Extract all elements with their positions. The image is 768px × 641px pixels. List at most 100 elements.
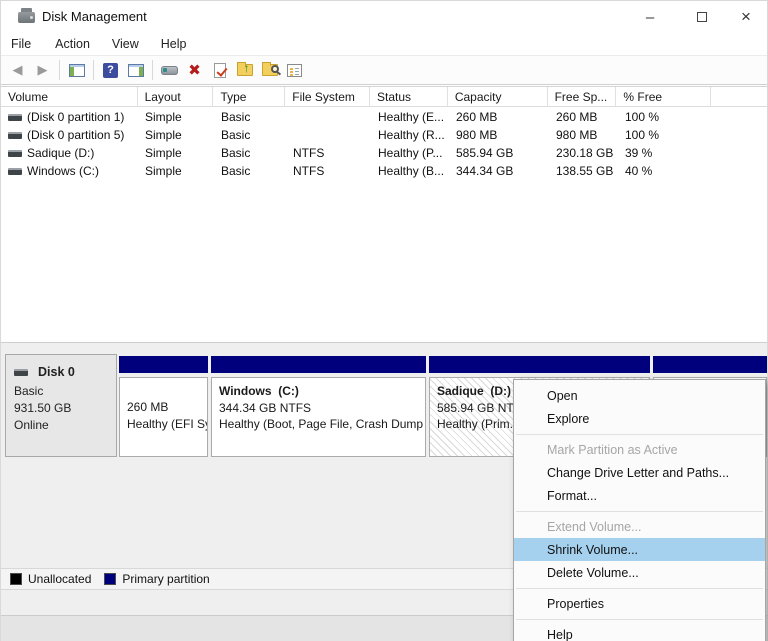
menu-separator: [514, 615, 765, 623]
cell-volume: (Disk 0 partition 1): [27, 110, 125, 124]
back-button[interactable]: ◀: [5, 58, 30, 82]
console-tree-icon: [68, 63, 85, 77]
column-header-file-system[interactable]: File System: [285, 87, 371, 106]
cell-status: Healthy (B...: [378, 164, 445, 178]
mark-active-icon: [213, 62, 226, 78]
disk-name: Disk 0: [38, 365, 75, 379]
column-header-volume[interactable]: Volume: [1, 87, 138, 106]
cell-type: Basic: [221, 146, 251, 160]
cell-type: Basic: [221, 110, 251, 124]
menu-item-mark-partition-active: Mark Partition as Active: [547, 442, 678, 457]
table-row[interactable]: Sadique (D:) Simple Basic NTFS Healthy (…: [1, 144, 767, 162]
cell-layout: Simple: [145, 164, 182, 178]
minimize-button[interactable]: –: [627, 1, 673, 33]
titlebar: Disk Management – ×: [1, 1, 767, 33]
disk-tool-button[interactable]: [157, 58, 182, 82]
column-header-free-space[interactable]: Free Sp...: [548, 87, 617, 106]
menu-item-extend-volume: Extend Volume...: [547, 519, 642, 534]
menu-item-shrink-volume[interactable]: Shrink Volume...: [514, 538, 765, 561]
partition-status: Healthy (EFI Sy: [127, 416, 208, 431]
toolbar-separator: [93, 60, 94, 80]
disk-tool-icon: [161, 65, 178, 75]
column-header-capacity[interactable]: Capacity: [448, 87, 548, 106]
cell-type: Basic: [221, 128, 251, 142]
menubar: File Action View Help: [1, 33, 767, 55]
table-row[interactable]: (Disk 0 partition 1) Simple Basic Health…: [1, 108, 767, 126]
delete-volume-button[interactable]: ✖: [182, 58, 207, 82]
table-row[interactable]: (Disk 0 partition 5) Simple Basic Health…: [1, 126, 767, 144]
volume-list: (Disk 0 partition 1) Simple Basic Health…: [1, 108, 767, 180]
cell-file-system: NTFS: [293, 164, 325, 178]
partition-context-menu: Open Explore Mark Partition as Active Ch…: [513, 379, 766, 641]
partition-size: 260 MB: [127, 400, 169, 414]
cell-capacity: 585.94 GB: [456, 146, 514, 160]
cell-volume: Sadique (D:): [27, 146, 95, 160]
menu-item-change-drive-letter[interactable]: Change Drive Letter and Paths...: [514, 461, 765, 484]
disk0-info-panel[interactable]: Disk 0 Basic 931.50 GB Online: [5, 354, 117, 457]
cell-capacity: 980 MB: [456, 128, 498, 142]
partition-color-bar: [429, 356, 650, 373]
window-title: Disk Management: [42, 9, 147, 24]
disk-size: 931.50 GB: [14, 401, 72, 415]
table-row[interactable]: Windows (C:) Simple Basic NTFS Healthy (…: [1, 162, 767, 180]
cell-free-space: 980 MB: [556, 128, 598, 142]
cell-percent-free: 40 %: [625, 164, 653, 178]
menu-help[interactable]: Help: [150, 34, 198, 55]
cell-free-space: 138.55 GB: [556, 164, 614, 178]
properties-icon: [287, 63, 302, 77]
column-header-percent-free[interactable]: % Free: [616, 87, 712, 106]
cell-percent-free: 100 %: [625, 128, 660, 142]
volume-list-header: Volume Layout Type File System Status Ca…: [1, 86, 767, 107]
cell-status: Healthy (R...: [378, 128, 445, 142]
menu-separator: [514, 584, 765, 592]
cell-volume: Windows (C:): [27, 164, 100, 178]
menu-action[interactable]: Action: [44, 34, 101, 55]
primary-partition-swatch: [104, 573, 117, 585]
disk-icon: [14, 369, 28, 376]
explore-button[interactable]: [257, 58, 282, 82]
disk-status: Online: [14, 418, 49, 432]
cell-free-space: 230.18 GB: [556, 146, 614, 160]
forward-icon: ▶: [37, 62, 48, 77]
column-header-type[interactable]: Type: [213, 87, 286, 106]
cell-status: Healthy (E...: [378, 110, 445, 124]
menu-file[interactable]: File: [9, 34, 44, 55]
show-console-tree-button[interactable]: [64, 58, 89, 82]
maximize-button[interactable]: [679, 1, 725, 33]
menu-item-help[interactable]: Help: [514, 623, 765, 641]
column-header-status[interactable]: Status: [370, 87, 448, 106]
cell-status: Healthy (P...: [378, 146, 443, 160]
help-button[interactable]: ?: [98, 58, 123, 82]
help-icon: ?: [103, 62, 118, 78]
cell-layout: Simple: [145, 110, 182, 124]
partition-windows-c[interactable]: Windows (C:) 344.34 GB NTFS Healthy (Boo…: [211, 354, 426, 457]
mark-active-button[interactable]: [207, 58, 232, 82]
partition-status: Healthy (Boot, Page File, Crash Dump: [219, 417, 424, 431]
disk-management-app-icon: [18, 8, 35, 23]
cell-volume: (Disk 0 partition 5): [27, 128, 125, 142]
partition-efi[interactable]: 260 MB Healthy (EFI Sy: [119, 354, 208, 457]
cell-capacity: 260 MB: [456, 110, 498, 124]
toolbar-separator: [152, 60, 153, 80]
column-header-layout[interactable]: Layout: [138, 87, 214, 106]
explore-folder-icon: [261, 62, 279, 76]
legend-label: Unallocated: [28, 572, 92, 586]
partition-size: 344.34 GB NTFS: [219, 400, 312, 415]
properties-button[interactable]: [282, 58, 307, 82]
menu-item-open[interactable]: Open: [514, 384, 765, 407]
menu-view[interactable]: View: [101, 34, 150, 55]
action-pane-icon: [127, 63, 144, 77]
disk-management-window: Disk Management – × File Action View Hel…: [0, 0, 768, 641]
menu-item-format[interactable]: Format...: [514, 484, 765, 507]
forward-button[interactable]: ▶: [30, 58, 55, 82]
partition-title: Windows (C:): [219, 384, 299, 398]
delete-volume-icon: ✖: [188, 61, 201, 79]
menu-item-properties[interactable]: Properties: [514, 592, 765, 615]
menu-item-delete-volume[interactable]: Delete Volume...: [514, 561, 765, 584]
menu-item-explore[interactable]: Explore: [514, 407, 765, 430]
back-icon: ◀: [12, 62, 23, 77]
close-button[interactable]: ×: [723, 1, 768, 33]
show-action-pane-button[interactable]: [123, 58, 148, 82]
open-button[interactable]: ↑: [232, 58, 257, 82]
toolbar-separator: [59, 60, 60, 80]
